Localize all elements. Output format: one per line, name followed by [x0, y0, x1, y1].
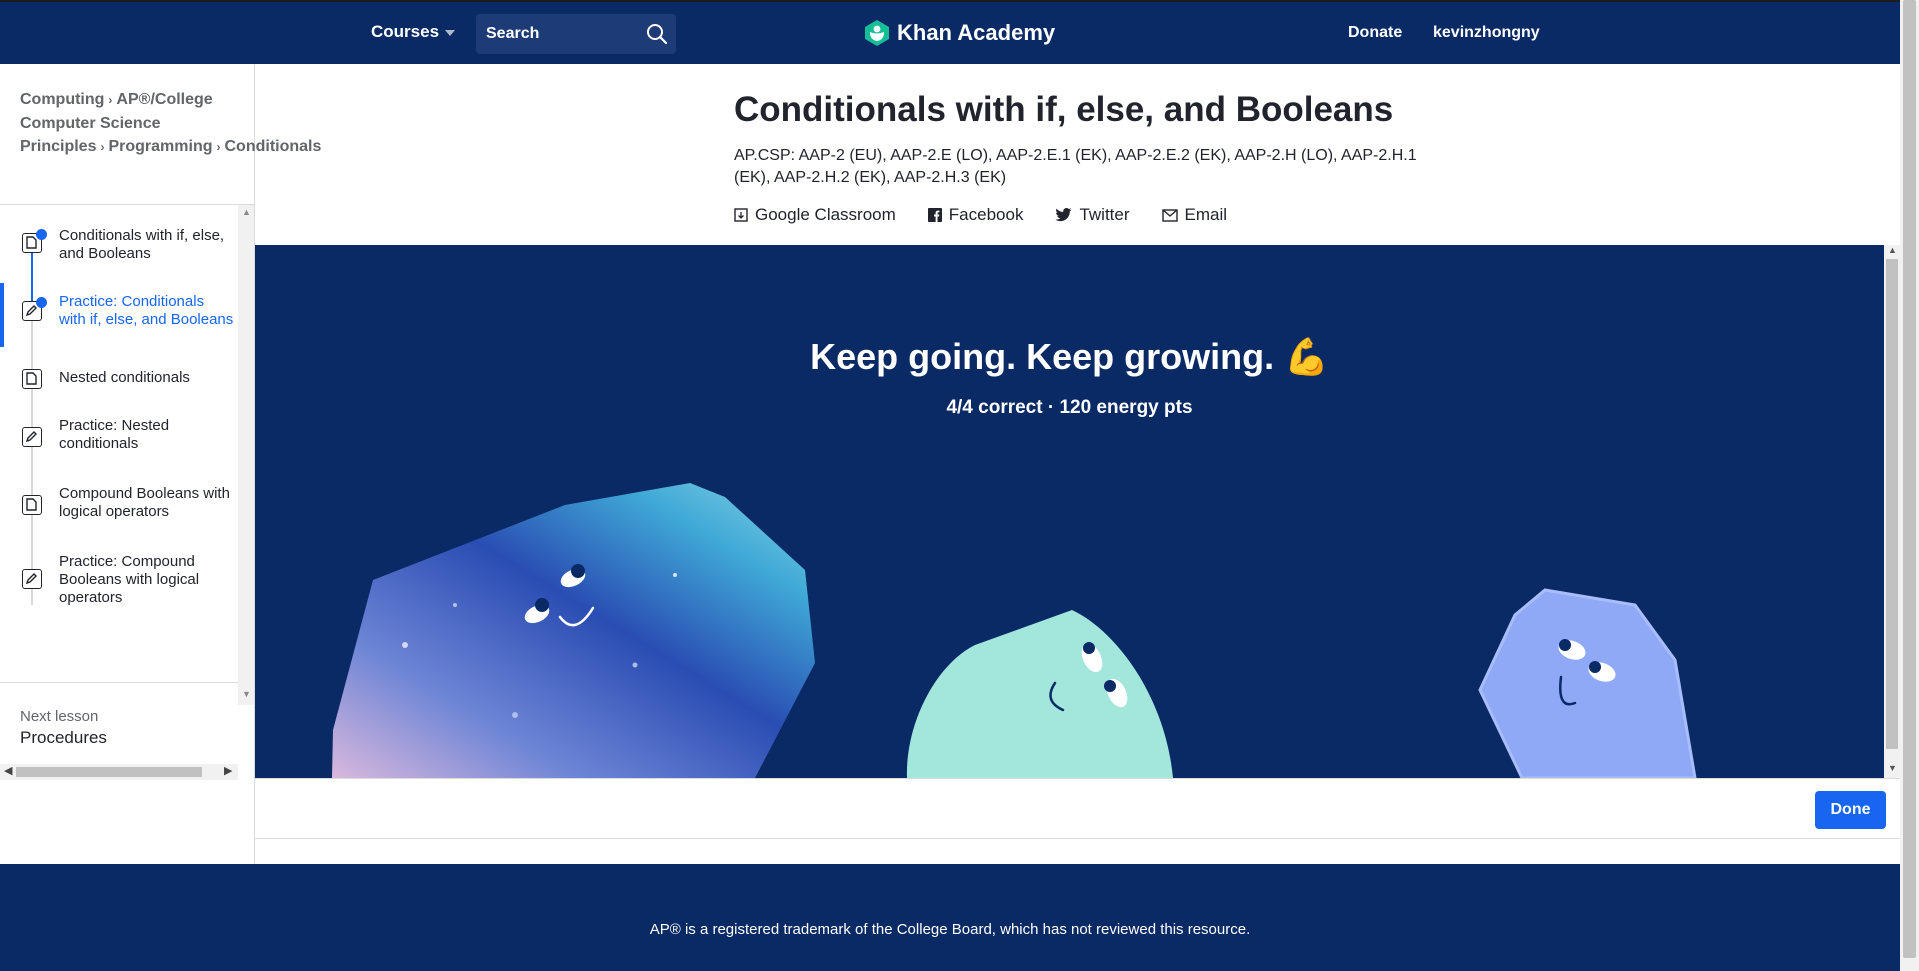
breadcrumb-programming[interactable]: Programming [108, 138, 212, 155]
khan-academy-logo-icon [865, 20, 889, 46]
exercise-pencil-icon [22, 569, 42, 589]
sidebar-item-label: Compound Booleans with logical operators [59, 485, 230, 520]
sidebar-item-label: Practice: Nested conditionals [59, 417, 170, 452]
sidebar-item-practice-conditionals[interactable]: Practice: Conditionals with if, else, an… [0, 283, 238, 347]
google-classroom-icon [734, 208, 748, 222]
exercise-scrollbar[interactable]: ▲ ▼ [1884, 245, 1900, 778]
share-twitter-label: Twitter [1079, 205, 1130, 224]
donate-link[interactable]: Donate [1348, 24, 1402, 42]
active-indicator [0, 283, 4, 347]
completed-check-icon [36, 229, 47, 240]
mint-rock-character [906, 610, 1173, 778]
divider [0, 682, 238, 683]
share-facebook-label: Facebook [948, 205, 1024, 224]
email-icon [1161, 208, 1178, 222]
sidebar-item-label: Nested conditionals [59, 369, 190, 386]
next-lesson-label: Next lesson [20, 708, 99, 725]
article-icon [22, 495, 42, 515]
sidebar-horizontal-scrollbar[interactable]: ◀ ▶ [0, 764, 238, 780]
courses-menu[interactable]: Courses [371, 22, 456, 42]
exercise-footer [255, 778, 1900, 839]
top-nav: Courses Khan Academy Donate kevinzhongny [0, 0, 1900, 64]
chevron-right-icon: › [216, 140, 221, 154]
standards-text: AP.CSP: AAP‑2 (EU), AAP‑2.E (LO), AAP‑2.… [734, 147, 1417, 186]
scroll-up-icon[interactable]: ▲ [242, 207, 251, 217]
scroll-right-icon[interactable]: ▶ [224, 764, 232, 777]
search-input[interactable] [476, 14, 636, 54]
sidebar-item-nested-conditionals[interactable]: Nested conditionals [0, 355, 238, 399]
scroll-down-icon[interactable]: ▼ [1888, 763, 1897, 773]
done-button[interactable]: Done [1815, 791, 1886, 829]
celebration-characters [332, 483, 1697, 778]
sidebar-item-label: Practice: Conditionals with if, else, an… [59, 293, 234, 328]
share-google-classroom-label: Google Classroom [755, 205, 896, 224]
breadcrumb: Computing › AP®︎/College Computer Science … [20, 88, 321, 159]
sidebar-item-compound-booleans[interactable]: Compound Booleans with logical operators [0, 477, 238, 533]
sidebar: Computing › AP®︎/College Computer Science … [0, 64, 321, 864]
search-box [476, 14, 676, 54]
completed-check-icon [36, 297, 47, 308]
share-facebook[interactable]: Facebook [927, 205, 1024, 225]
user-menu[interactable]: kevinzhongny [1433, 24, 1540, 42]
chevron-right-icon: › [100, 140, 105, 154]
twitter-icon [1055, 208, 1072, 222]
galaxy-rock-character [332, 483, 815, 778]
sidebar-scrollbar[interactable]: ▲ ▼ [238, 205, 254, 705]
scroll-left-icon[interactable]: ◀ [4, 764, 12, 777]
breadcrumb-conditionals[interactable]: Conditionals [225, 138, 322, 155]
page-scrollbar[interactable] [1900, 0, 1919, 971]
search-icon[interactable] [646, 23, 668, 50]
chevron-right-icon: › [108, 93, 113, 107]
page-title: Conditionals with if, else, and Booleans [734, 90, 1394, 129]
trademark-notice: AP® is a registered trademark of the Col… [649, 921, 1251, 938]
exercise-pencil-icon [22, 427, 42, 447]
exercise-scroll-thumb[interactable] [1886, 259, 1898, 749]
facebook-icon [927, 208, 942, 222]
share-twitter[interactable]: Twitter [1055, 205, 1130, 225]
share-email[interactable]: Email [1161, 205, 1228, 225]
exercise-completion-panel: Keep going. Keep growing. 💪 4/4 correct … [255, 245, 1884, 778]
share-bar: Google Classroom Facebook Twitter Email [734, 205, 1259, 225]
page-scrollbar-thumb[interactable] [1903, 0, 1916, 958]
scroll-down-icon[interactable]: ▼ [242, 689, 251, 699]
logo-text: Khan Academy [897, 20, 1056, 45]
lesson-list: Conditionals with if, else, and Booleans… [0, 205, 238, 618]
khan-academy-logo[interactable]: Khan Academy [864, 19, 1055, 47]
share-google-classroom[interactable]: Google Classroom [734, 205, 896, 225]
courses-label: Courses [371, 22, 440, 41]
sidebar-item-label: Practice: Compound Booleans with logical… [59, 553, 200, 606]
horizontal-scroll-thumb[interactable] [16, 767, 202, 777]
scroll-up-icon[interactable]: ▲ [1888, 245, 1897, 255]
sidebar-item-conditionals-article[interactable]: Conditionals with if, else, and Booleans [0, 219, 238, 269]
share-email-label: Email [1184, 205, 1228, 224]
sidebar-item-label: Conditionals with if, else, and Booleans [59, 227, 225, 262]
periwinkle-rock-character [1478, 588, 1697, 778]
article-icon [22, 369, 42, 389]
breadcrumb-computing[interactable]: Computing [20, 91, 104, 108]
chevron-down-icon [445, 29, 456, 36]
next-lesson-link[interactable]: Procedures [20, 728, 107, 748]
sidebar-item-practice-nested[interactable]: Practice: Nested conditionals [0, 409, 238, 465]
sidebar-item-practice-compound[interactable]: Practice: Compound Booleans with logical… [0, 545, 238, 609]
page-footer: AP® is a registered trademark of the Col… [0, 864, 1900, 971]
